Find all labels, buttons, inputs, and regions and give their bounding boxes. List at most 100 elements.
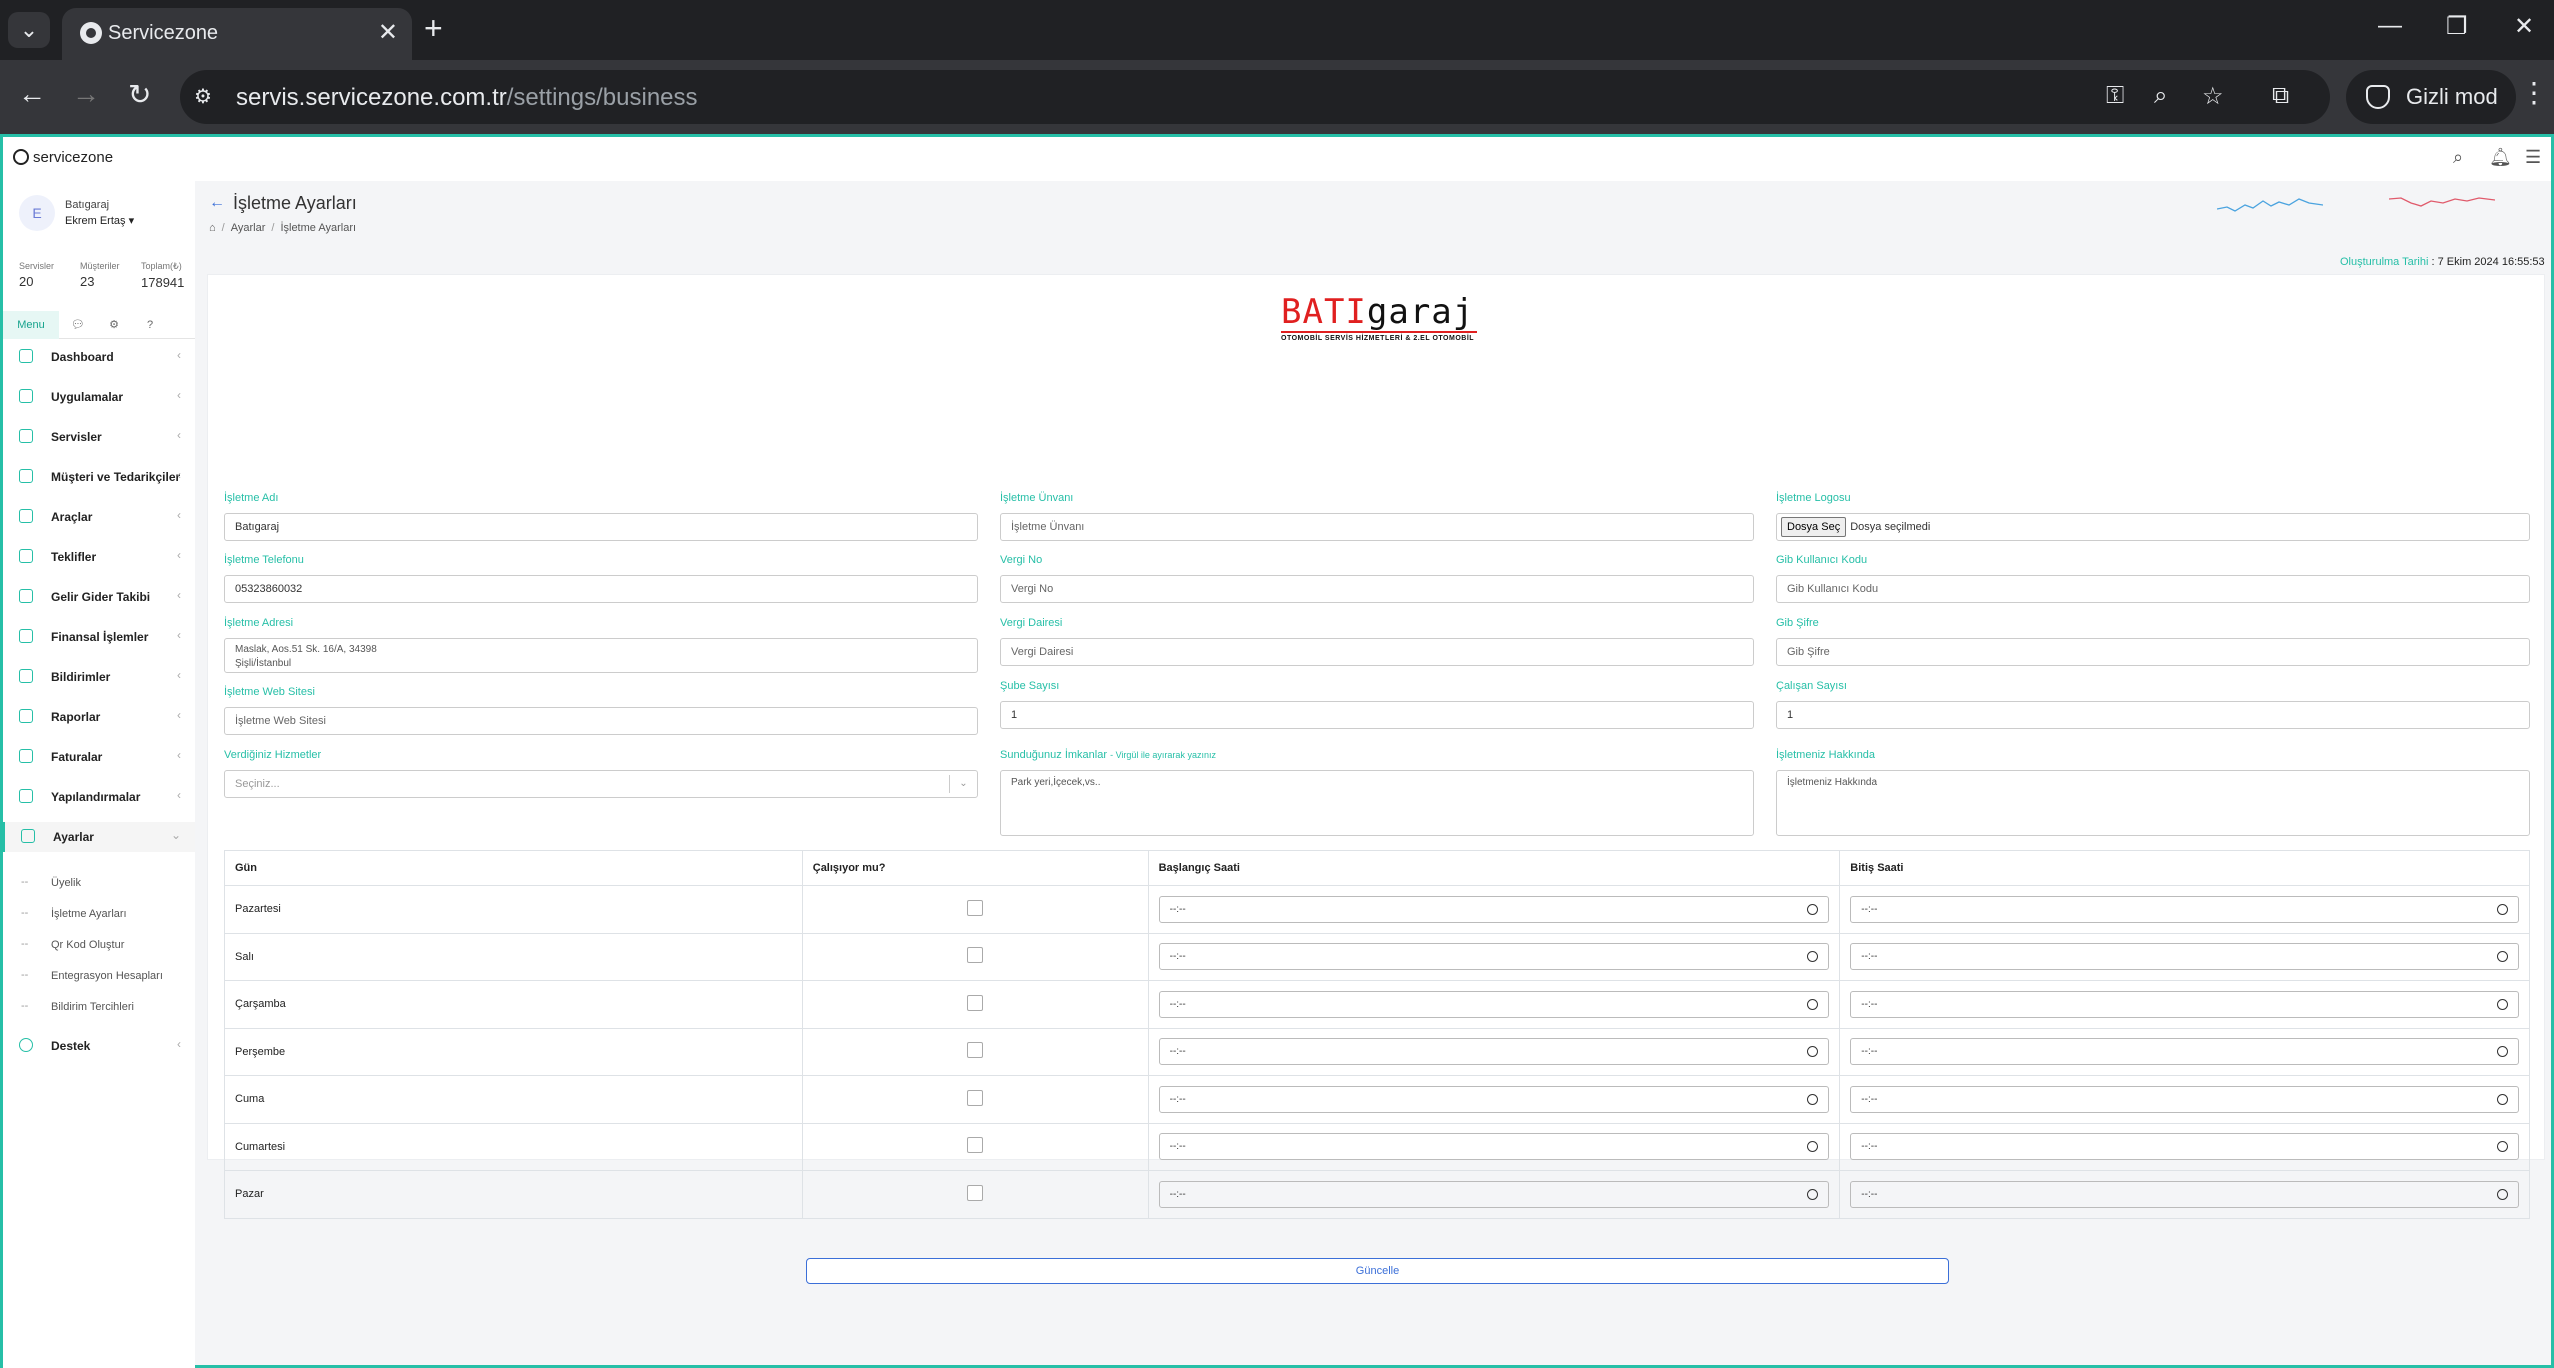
sidebar-item-8[interactable]: Bildirimler ‹ bbox=[3, 662, 195, 692]
sidebar-subitem-3[interactable]: -- Entegrasyon Hesapları bbox=[3, 964, 195, 988]
sidebar-item-6[interactable]: Gelir Gider Takibi ‹ bbox=[3, 582, 195, 612]
update-button[interactable]: Güncelle bbox=[806, 1258, 1949, 1284]
tax-office-input[interactable]: Vergi Dairesi bbox=[1000, 638, 1754, 666]
working-checkbox[interactable] bbox=[967, 1042, 984, 1059]
user-menu[interactable]: Ekrem Ertaş ▾ bbox=[65, 214, 134, 227]
chevron-down-icon[interactable]: ⌄ bbox=[949, 775, 977, 793]
clock-icon[interactable] bbox=[2497, 903, 2508, 915]
brand-logo[interactable]: servicezone bbox=[13, 149, 113, 166]
tab-menu[interactable]: Menu bbox=[3, 311, 59, 339]
choose-file-button[interactable]: Dosya Seç bbox=[1781, 517, 1847, 537]
clock-icon[interactable] bbox=[2497, 1093, 2508, 1105]
working-checkbox[interactable] bbox=[967, 1137, 984, 1154]
gib-password-input[interactable]: Gib Şifre bbox=[1776, 638, 2530, 666]
breadcrumb-item-settings[interactable]: Ayarlar bbox=[231, 222, 266, 234]
sidebar-item-3[interactable]: Müşteri ve Tedarikçiler ‹ bbox=[3, 462, 195, 492]
end-time-input[interactable]: --:-- bbox=[1850, 990, 2519, 1018]
more-menu-icon[interactable]: ⋮ bbox=[2520, 76, 2548, 109]
website-input[interactable]: İşletme Web Sitesi bbox=[224, 707, 978, 735]
phone-input[interactable]: 05323860032 bbox=[224, 575, 978, 603]
clock-icon[interactable] bbox=[2497, 1046, 2508, 1058]
logo-file-input[interactable]: Dosya Seç Dosya seçilmedi bbox=[1776, 513, 2530, 541]
search-icon[interactable]: ⌕ bbox=[2453, 147, 2463, 168]
start-time-input[interactable]: --:-- bbox=[1158, 1180, 1830, 1208]
clock-icon[interactable] bbox=[1807, 951, 1819, 963]
working-checkbox[interactable] bbox=[967, 947, 984, 964]
sidebar-subitem-1[interactable]: -- İşletme Ayarları bbox=[3, 902, 195, 926]
new-tab-plus-icon[interactable]: + bbox=[424, 10, 443, 47]
working-checkbox[interactable] bbox=[967, 994, 984, 1011]
sidebar-item-support[interactable]: Destek ‹ bbox=[3, 1031, 195, 1061]
start-time-input[interactable]: --:-- bbox=[1158, 895, 1830, 923]
sidebar-item-9[interactable]: Raporlar ‹ bbox=[3, 702, 195, 732]
start-time-input[interactable]: --:-- bbox=[1158, 1038, 1830, 1066]
tax-no-input[interactable]: Vergi No bbox=[1000, 575, 1754, 603]
sidebar-item-4[interactable]: Araçlar ‹ bbox=[3, 502, 195, 532]
sidebar-item-10[interactable]: Faturalar ‹ bbox=[3, 742, 195, 772]
restore-icon[interactable]: ❐ bbox=[2446, 12, 2468, 41]
start-time-input[interactable]: --:-- bbox=[1158, 1085, 1830, 1113]
business-title-input[interactable]: İşletme Ünvanı bbox=[1000, 513, 1754, 541]
password-key-icon[interactable]: ⚿ bbox=[2106, 82, 2124, 110]
close-icon[interactable]: ✕ bbox=[378, 18, 398, 47]
extensions-icon[interactable]: ⧉ bbox=[2272, 82, 2289, 110]
help-icon[interactable]: ? bbox=[133, 311, 167, 339]
sidebar-item-11[interactable]: Yapılandırmalar ‹ bbox=[3, 782, 195, 812]
avatar[interactable]: E bbox=[19, 195, 55, 231]
browser-tab[interactable]: Servicezone ✕ bbox=[62, 8, 412, 60]
start-time-input[interactable]: --:-- bbox=[1158, 943, 1830, 971]
window-close-icon[interactable]: ✕ bbox=[2514, 12, 2534, 41]
list-menu-icon[interactable]: ☰ bbox=[2525, 147, 2541, 168]
working-checkbox[interactable] bbox=[967, 1089, 984, 1106]
services-select[interactable]: Seçiniz... ⌄ bbox=[224, 770, 978, 798]
sidebar-subitem-0[interactable]: -- Üyelik bbox=[3, 871, 195, 895]
bell-icon[interactable]: 🔔︎ bbox=[2489, 147, 2512, 168]
branch-count-input[interactable]: 1 bbox=[1000, 701, 1754, 729]
chat-icon[interactable]: 💬︎ bbox=[61, 311, 95, 339]
clock-icon[interactable] bbox=[2497, 951, 2508, 963]
employee-count-input[interactable]: 1 bbox=[1776, 701, 2530, 729]
clock-icon[interactable] bbox=[1807, 998, 1819, 1010]
gear-icon[interactable]: ⚙ bbox=[97, 311, 131, 339]
clock-icon[interactable] bbox=[1807, 1188, 1819, 1200]
working-checkbox[interactable] bbox=[967, 899, 984, 916]
minimize-icon[interactable]: — bbox=[2378, 12, 2402, 40]
end-time-input[interactable]: --:-- bbox=[1850, 895, 2519, 923]
incognito-button[interactable]: Gizli mod bbox=[2346, 70, 2516, 124]
sidebar-item-7[interactable]: Finansal İşlemler ‹ bbox=[3, 622, 195, 652]
business-name-input[interactable]: Batıgaraj bbox=[224, 513, 978, 541]
sidebar-item-5[interactable]: Teklifler ‹ bbox=[3, 542, 195, 572]
clock-icon[interactable] bbox=[2497, 1188, 2508, 1200]
end-time-input[interactable]: --:-- bbox=[1850, 1038, 2519, 1066]
end-time-input[interactable]: --:-- bbox=[1850, 1133, 2519, 1161]
sidebar-item-0[interactable]: Dashboard ‹ bbox=[3, 342, 195, 372]
clock-icon[interactable] bbox=[1807, 1046, 1819, 1058]
site-info-icon[interactable]: ⚙ bbox=[194, 84, 222, 110]
start-time-input[interactable]: --:-- bbox=[1158, 1133, 1830, 1161]
clock-icon[interactable] bbox=[1807, 1093, 1819, 1105]
address-textarea[interactable]: Maslak, Aos.51 Sk. 16/A, 34398 Şişli/İst… bbox=[224, 638, 978, 673]
back-icon[interactable]: ← bbox=[18, 78, 46, 110]
clock-icon[interactable] bbox=[2497, 1141, 2508, 1153]
sidebar-item-1[interactable]: Uygulamalar ‹ bbox=[3, 382, 195, 412]
clock-icon[interactable] bbox=[1807, 903, 1819, 915]
working-checkbox[interactable] bbox=[967, 1184, 984, 1201]
home-icon[interactable]: ⌂ bbox=[209, 222, 216, 234]
end-time-input[interactable]: --:-- bbox=[1850, 1085, 2519, 1113]
sidebar-item-12[interactable]: Ayarlar ⌄ bbox=[3, 822, 195, 852]
sidebar-subitem-2[interactable]: -- Qr Kod Oluştur bbox=[3, 933, 195, 957]
zoom-icon[interactable]: ⌕ bbox=[2154, 82, 2167, 110]
back-arrow-icon[interactable]: ← bbox=[209, 194, 225, 212]
sidebar-subitem-4[interactable]: -- Bildirim Tercihleri bbox=[3, 995, 195, 1019]
about-textarea[interactable]: İşletmeniz Hakkında bbox=[1776, 770, 2530, 836]
end-time-input[interactable]: --:-- bbox=[1850, 943, 2519, 971]
sidebar-item-2[interactable]: Servisler ‹ bbox=[3, 422, 195, 452]
start-time-input[interactable]: --:-- bbox=[1158, 990, 1830, 1018]
gib-user-input[interactable]: Gib Kullanıcı Kodu bbox=[1776, 575, 2530, 603]
forward-icon[interactable]: → bbox=[72, 78, 100, 110]
clock-icon[interactable] bbox=[1807, 1141, 1819, 1153]
amenities-textarea[interactable]: Park yeri,İçecek,vs.. bbox=[1000, 770, 1754, 836]
end-time-input[interactable]: --:-- bbox=[1850, 1180, 2519, 1208]
address-bar[interactable]: ⚙ servis.servicezone.com.tr/settings/bus… bbox=[180, 70, 2330, 124]
bookmark-star-icon[interactable]: ☆ bbox=[2202, 82, 2224, 111]
